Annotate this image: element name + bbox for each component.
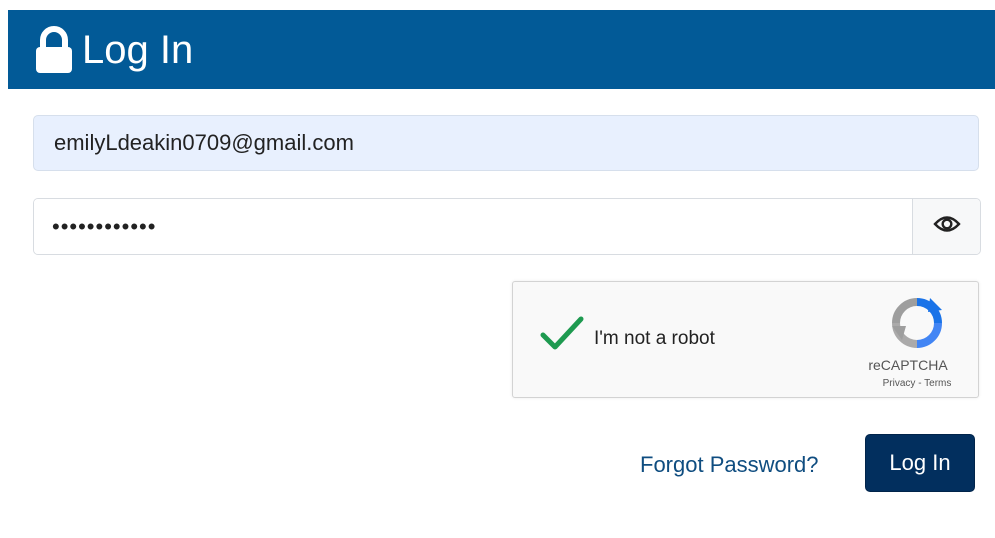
eye-icon: [932, 214, 961, 239]
recaptcha-widget: I'm not a robot reCAPTCHA Privacy - Term…: [512, 281, 979, 398]
login-page: Log In I'm not a robot: [0, 0, 995, 538]
forgot-password-link[interactable]: Forgot Password?: [640, 452, 819, 478]
recaptcha-links: Privacy - Terms: [853, 378, 981, 389]
recaptcha-label: I'm not a robot: [594, 328, 715, 349]
email-field[interactable]: [33, 115, 979, 171]
password-group: [33, 198, 981, 255]
login-button[interactable]: Log In: [865, 434, 975, 492]
lock-icon: [32, 25, 76, 74]
recaptcha-brand: reCAPTCHA: [868, 357, 948, 373]
login-header: Log In: [8, 10, 995, 89]
recaptcha-terms-link[interactable]: Terms: [924, 378, 951, 389]
recaptcha-logo-icon: [890, 296, 944, 350]
recaptcha-link-separator: -: [915, 378, 925, 389]
password-field[interactable]: [34, 199, 912, 254]
page-title: Log In: [82, 27, 194, 72]
checkmark-icon[interactable]: [539, 315, 585, 353]
show-password-button[interactable]: [912, 199, 980, 254]
recaptcha-privacy-link[interactable]: Privacy: [883, 378, 916, 389]
